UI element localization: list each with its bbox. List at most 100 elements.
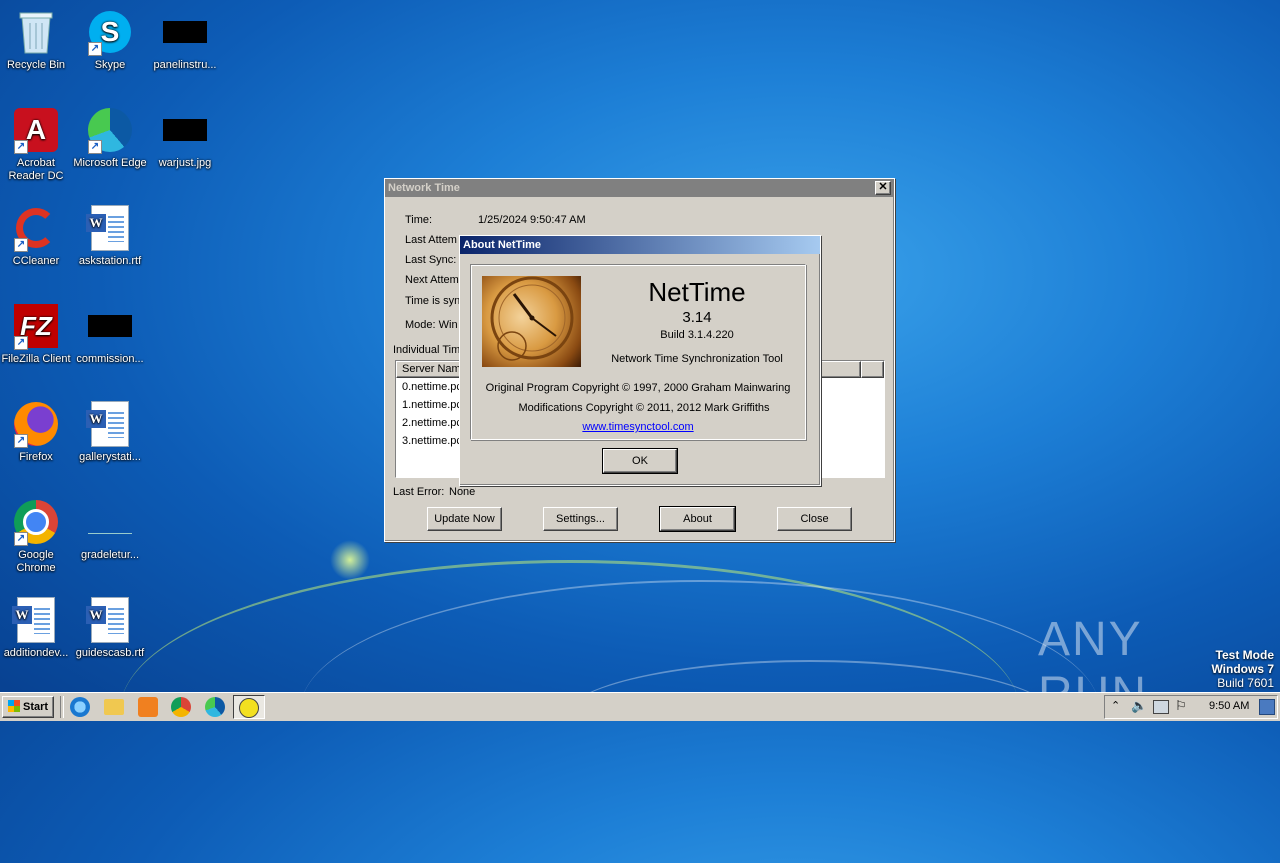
- mode-label: Mode: Win: [405, 319, 458, 331]
- about-panel: NetTime 3.14 Build 3.1.4.220 Network Tim…: [470, 264, 806, 440]
- about-button[interactable]: About: [659, 506, 736, 532]
- desktop-icon-label: gallerystati...: [79, 451, 141, 463]
- desktop-icon-edge[interactable]: ↗ Microsoft Edge: [72, 106, 148, 170]
- desktop-icon-label: Firefox: [19, 451, 53, 463]
- app-version: 3.14: [682, 309, 712, 326]
- shortcut-arrow-icon: ↗: [14, 140, 28, 154]
- close-button[interactable]: Close: [777, 507, 852, 531]
- nettime-taskbar-button[interactable]: [233, 695, 265, 719]
- server-row[interactable]: 1.nettime.pc: [402, 399, 462, 411]
- wallpaper-swoosh: [560, 660, 1060, 782]
- desktop-icon-label: guidescasb.rtf: [75, 647, 145, 659]
- shortcut-arrow-icon: ↗: [14, 336, 28, 350]
- action-center-flag-icon[interactable]: ⚐: [1175, 698, 1187, 714]
- redacted-file-icon: [161, 8, 209, 56]
- tray-expand-icon[interactable]: ⌃: [1111, 699, 1120, 712]
- about-dialog: About NetTime NetTime 3.14 Build 3.1.4.2…: [459, 235, 821, 486]
- wallpaper-glow: [330, 540, 370, 580]
- system-tray: ⌃ 🔈 ⚐ 9:50 AM: [1104, 695, 1278, 719]
- shortcut-arrow-icon: ↗: [88, 140, 102, 154]
- chrome-icon: ↗: [12, 498, 60, 546]
- show-desktop-icon[interactable]: [1259, 699, 1275, 715]
- ccleaner-icon: ↗: [12, 204, 60, 252]
- recycle-bin-icon: [12, 8, 60, 56]
- desktop-icon-filezilla[interactable]: FZ ↗ FileZilla Client: [0, 302, 74, 366]
- last-attempt-label: Last Attem: [405, 234, 457, 246]
- firefox-icon: ↗: [12, 400, 60, 448]
- word-document-icon: W: [86, 596, 134, 644]
- start-button[interactable]: Start: [2, 696, 54, 718]
- blank-file-icon: [86, 498, 134, 546]
- desktop-icon-recycle-bin[interactable]: Recycle Bin: [0, 8, 74, 72]
- test-mode-line: Test Mode: [1215, 648, 1274, 662]
- test-mode-line: Build 7601: [1217, 676, 1274, 690]
- shortcut-arrow-icon: ↗: [14, 434, 28, 448]
- desktop-icon-firefox[interactable]: ↗ Firefox: [0, 400, 74, 464]
- about-titlebar[interactable]: About NetTime: [460, 236, 820, 254]
- edge-icon: ↗: [86, 106, 134, 154]
- desktop-icon-label: Google Chrome: [16, 549, 56, 574]
- network-icon[interactable]: [1153, 700, 1169, 714]
- desktop-icon-label: Recycle Bin: [6, 59, 66, 71]
- ok-button[interactable]: OK: [602, 448, 678, 474]
- server-row[interactable]: 2.nettime.pc: [402, 417, 462, 429]
- website-link[interactable]: www.timesynctool.com: [471, 421, 805, 433]
- desktop-icon-additiondev[interactable]: W additiondev...: [0, 596, 74, 660]
- desktop-icon-chrome[interactable]: ↗ Google Chrome: [0, 498, 74, 575]
- desktop-icon-gallerystati[interactable]: W gallerystati...: [72, 400, 148, 464]
- redacted-file-icon: [86, 302, 134, 350]
- last-error-label: Last Error:: [393, 486, 445, 498]
- desktop-icon-gradeletur[interactable]: gradeletur...: [72, 498, 148, 562]
- desktop-icon-commission[interactable]: commission...: [72, 302, 148, 366]
- window-title: Network Time: [388, 182, 460, 194]
- shortcut-arrow-icon: ↗: [14, 532, 28, 546]
- desktop-icon-label: CCleaner: [12, 255, 60, 267]
- volume-icon[interactable]: 🔈: [1131, 698, 1147, 714]
- update-now-button[interactable]: Update Now: [427, 507, 502, 531]
- desktop-icon-acrobat[interactable]: A ↗ Acrobat Reader DC: [0, 106, 74, 183]
- chrome-icon[interactable]: [171, 697, 191, 717]
- edge-icon[interactable]: [205, 697, 225, 717]
- close-icon[interactable]: ✕: [875, 181, 891, 195]
- anyrun-watermark: ANY RUN: [1038, 613, 1146, 721]
- desktop-icon-panelinstru[interactable]: panelinstru...: [147, 8, 223, 72]
- desktop-icon-label: commission...: [76, 353, 144, 365]
- separator: [60, 696, 64, 718]
- settings-button[interactable]: Settings...: [543, 507, 618, 531]
- test-mode-line: Windows 7: [1211, 662, 1274, 676]
- test-mode-text: Test Mode Windows 7 Build 7601: [1211, 648, 1274, 690]
- word-document-icon: W: [86, 400, 134, 448]
- column-header[interactable]: [819, 361, 861, 378]
- desktop-icon-askstation[interactable]: W askstation.rtf: [72, 204, 148, 268]
- taskbar: Start ⌃ 🔈 ⚐ 9:50 AM: [0, 692, 1280, 721]
- start-label: Start: [23, 701, 49, 713]
- desktop-icon-warjust[interactable]: warjust.jpg: [147, 106, 223, 170]
- clock[interactable]: 9:50 AM: [1209, 700, 1249, 712]
- time-value: 1/25/2024 9:50:47 AM: [478, 214, 586, 226]
- desktop-icon-guidescasb[interactable]: W guidescasb.rtf: [72, 596, 148, 660]
- column-header-server[interactable]: Server Nam: [396, 361, 465, 378]
- app-build: Build 3.1.4.220: [660, 329, 734, 341]
- desktop-icon-label: gradeletur...: [80, 549, 140, 561]
- server-row[interactable]: 3.nettime.pc: [402, 435, 462, 447]
- desktop-icon-skype[interactable]: S ↗ Skype: [72, 8, 148, 72]
- last-sync-label: Last Sync:: [405, 254, 457, 266]
- folder-icon[interactable]: [104, 699, 124, 715]
- desktop-icon-label: askstation.rtf: [78, 255, 142, 267]
- desktop-icon-label: warjust.jpg: [158, 157, 212, 169]
- next-attempt-label: Next Attem: [405, 274, 459, 286]
- internet-explorer-icon[interactable]: [70, 697, 90, 717]
- acrobat-icon: A ↗: [12, 106, 60, 154]
- dialog-title: About NetTime: [463, 239, 542, 251]
- nettime-titlebar[interactable]: Network Time: [385, 179, 894, 197]
- shortcut-arrow-icon: ↗: [14, 238, 28, 252]
- word-document-icon: W: [12, 596, 60, 644]
- app-name: NetTime: [648, 277, 746, 307]
- app-tagline: Network Time Synchronization Tool: [611, 353, 783, 365]
- media-player-icon[interactable]: [138, 697, 158, 717]
- desktop-icon-ccleaner[interactable]: ↗ CCleaner: [0, 204, 74, 268]
- server-row[interactable]: 0.nettime.pc: [402, 381, 462, 393]
- pocket-watch-icon: [482, 276, 581, 367]
- column-header[interactable]: [861, 361, 884, 378]
- time-status-label: Time is syn: [405, 295, 461, 307]
